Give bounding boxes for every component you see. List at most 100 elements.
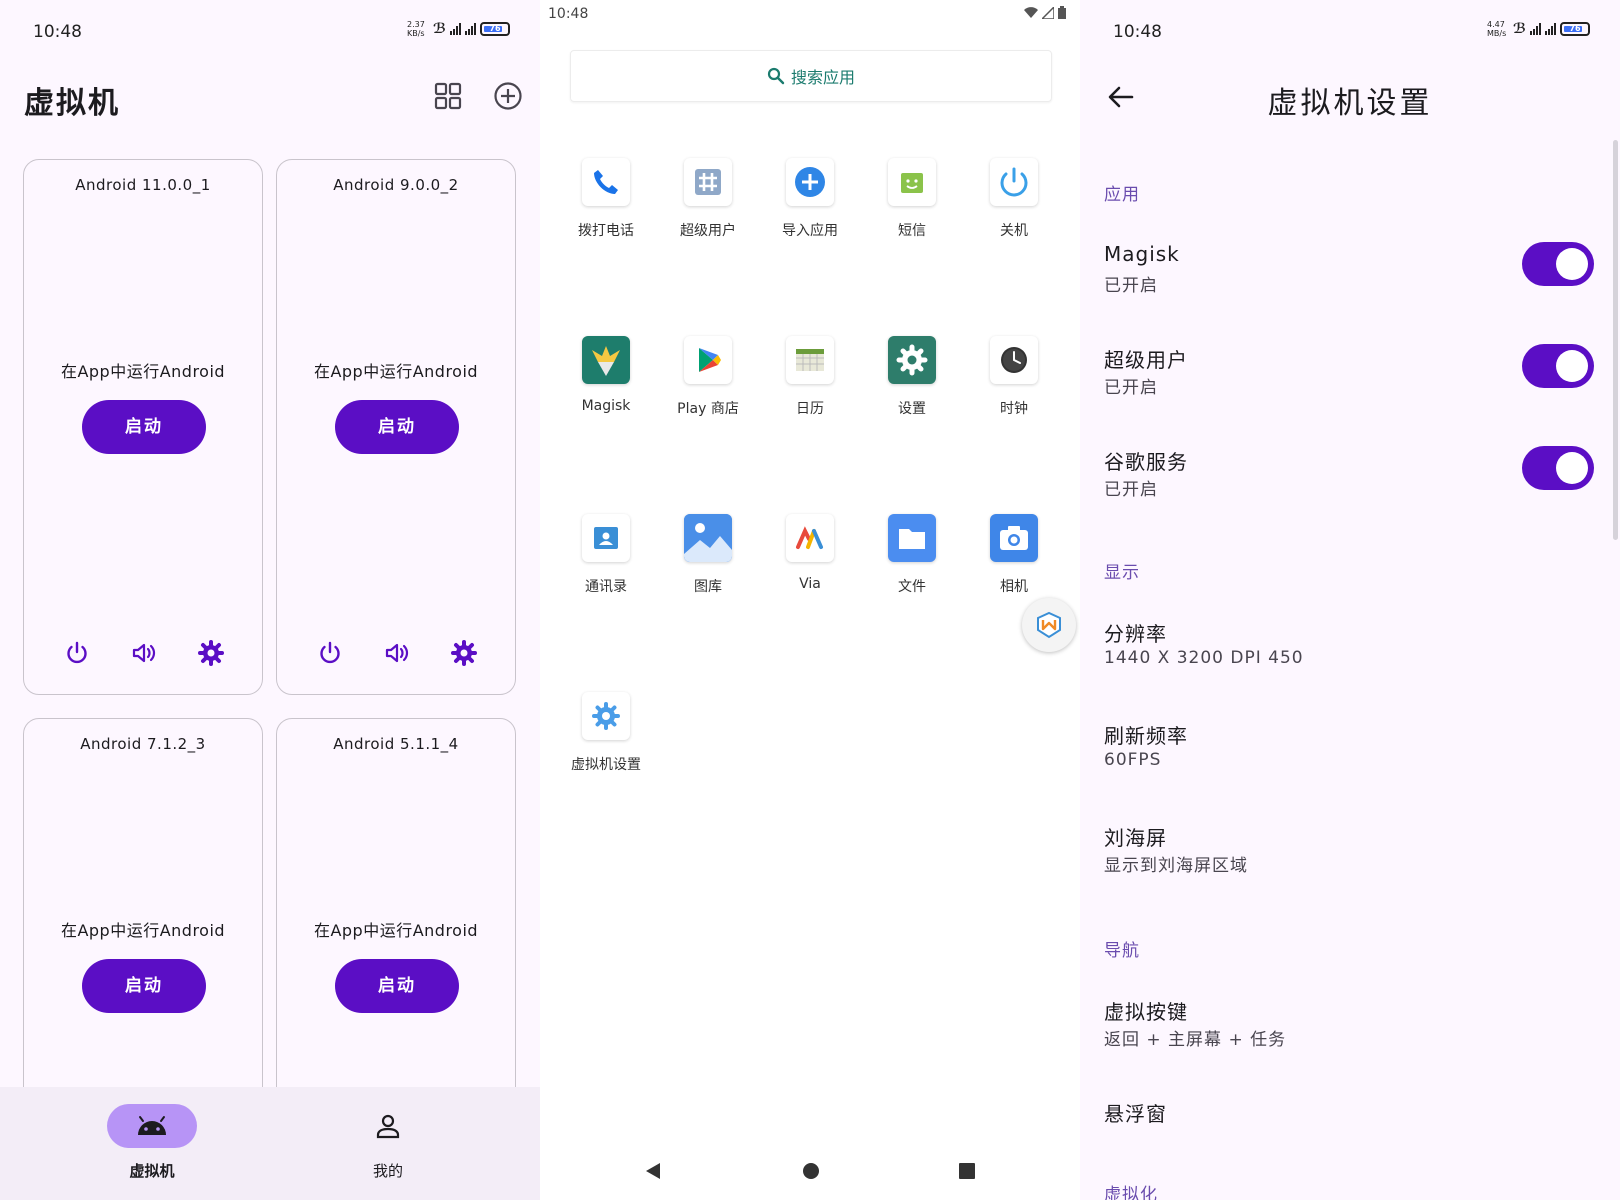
setting-magisk-title[interactable]: Magisk <box>1104 242 1180 266</box>
power-icon[interactable] <box>64 640 90 666</box>
app-gallery[interactable]: 图库 <box>658 514 758 596</box>
battery-level: 76 <box>489 24 501 33</box>
settings-gear-icon[interactable] <box>198 640 224 666</box>
setting-refresh-value: 60FPS <box>1104 750 1162 770</box>
app-sms[interactable]: 短信 <box>862 158 962 240</box>
network-speed: 2.37 KB/s <box>407 20 425 38</box>
home-icon[interactable] <box>802 1162 820 1180</box>
signal-4g-icon <box>465 23 476 35</box>
floating-ball-button[interactable] <box>1022 598 1076 652</box>
app-label: 虚拟机设置 <box>571 757 641 773</box>
magisk-toggle[interactable] <box>1522 242 1594 286</box>
signal-4g-icon <box>1545 23 1556 35</box>
start-button[interactable]: 启动 <box>335 400 459 454</box>
nav-item-mine[interactable]: 我的 <box>328 1104 448 1181</box>
app-label: 超级用户 <box>680 223 736 239</box>
app-magisk[interactable]: Magisk <box>556 336 656 414</box>
setting-gms-title[interactable]: 谷歌服务 <box>1104 446 1188 475</box>
app-power[interactable]: 关机 <box>964 158 1064 240</box>
vm-card-subtitle: 在App中运行Android <box>60 362 226 381</box>
bluetooth-icon: ℬ <box>1513 21 1526 37</box>
clock-icon <box>990 336 1038 384</box>
section-header-apps: 应用 <box>1104 185 1140 205</box>
volume-icon[interactable] <box>384 640 410 666</box>
start-button[interactable]: 启动 <box>82 400 206 454</box>
app-label: 时钟 <box>1000 401 1028 417</box>
gms-toggle[interactable] <box>1522 446 1594 490</box>
vm-card-title: Android 9.0.0_2 <box>333 176 459 194</box>
section-header-virtualization: 虚拟化 <box>1104 1185 1158 1200</box>
start-button[interactable]: 启动 <box>335 959 459 1013</box>
vm-card-title: Android 7.1.2_3 <box>80 735 206 753</box>
app-phone[interactable]: 拨打电话 <box>556 158 656 240</box>
scrollbar[interactable] <box>1613 140 1618 540</box>
vm-card-subtitle: 在App中运行Android <box>60 921 226 940</box>
setting-superuser-title[interactable]: 超级用户 <box>1104 344 1188 373</box>
start-button[interactable]: 启动 <box>82 959 206 1013</box>
add-vm-icon[interactable] <box>493 81 523 111</box>
app-files[interactable]: 文件 <box>862 514 962 596</box>
play-store-icon <box>684 336 732 384</box>
signal-5g-icon <box>1530 23 1541 35</box>
import-app-icon <box>786 158 834 206</box>
app-play-store[interactable]: Play 商店 <box>658 336 758 418</box>
nav-pill <box>343 1104 433 1148</box>
status-time: 10:48 <box>1113 22 1162 42</box>
superuser-toggle[interactable] <box>1522 344 1594 388</box>
app-label: 文件 <box>898 579 926 595</box>
recents-icon[interactable] <box>958 1162 976 1180</box>
floating-ball-icon <box>1037 611 1061 639</box>
setting-resolution-title[interactable]: 分辨率 <box>1104 618 1167 647</box>
vm-launcher-screen: 10:48 搜索应用 拨打电话 超级用户 导入应用 短信 关机 Magisk P… <box>540 0 1080 1200</box>
vm-card-subtitle: 在App中运行Android <box>313 921 479 940</box>
app-label: 相机 <box>1000 579 1028 595</box>
power-icon <box>990 158 1038 206</box>
setting-refresh-title[interactable]: 刷新频率 <box>1104 720 1188 749</box>
app-import[interactable]: 导入应用 <box>760 158 860 240</box>
vm-card[interactable]: Android 5.1.1_4 在App中运行Android 启动 <box>276 718 516 1118</box>
nav-label: 我的 <box>372 1162 403 1180</box>
settings-gear-icon[interactable] <box>451 640 477 666</box>
vm-card-title: Android 11.0.0_1 <box>75 176 211 194</box>
vm-card[interactable]: Android 9.0.0_2 在App中运行Android 启动 <box>276 159 516 695</box>
files-icon <box>888 514 936 562</box>
vm-list-screen: 10:48 2.37 KB/s ℬ 76 虚拟机 Android 11.0.0_… <box>0 0 540 1200</box>
vm-settings-screen: 10:48 4.47 MB/s ℬ 76 虚拟机设置 应用 Magisk 已开启… <box>1080 0 1620 1200</box>
bottom-navigation: 虚拟机 我的 <box>0 1087 540 1200</box>
camera-icon <box>990 514 1038 562</box>
status-icons: 4.47 MB/s ℬ 76 <box>1487 20 1590 38</box>
setting-floating-title[interactable]: 悬浮窗 <box>1104 1098 1167 1127</box>
power-icon[interactable] <box>317 640 343 666</box>
system-navigation-bar <box>540 1160 1080 1190</box>
search-apps-field[interactable]: 搜索应用 <box>570 50 1052 102</box>
calendar-icon <box>786 336 834 384</box>
app-settings[interactable]: 设置 <box>862 336 962 418</box>
app-label: 拨打电话 <box>578 223 634 239</box>
app-via[interactable]: Via <box>760 514 860 592</box>
app-calendar[interactable]: 日历 <box>760 336 860 418</box>
gallery-icon <box>684 514 732 562</box>
battery-icon: 76 <box>1560 22 1590 36</box>
status-time: 10:48 <box>548 6 589 22</box>
app-clock[interactable]: 时钟 <box>964 336 1064 418</box>
setting-vkeys-title[interactable]: 虚拟按键 <box>1104 996 1188 1025</box>
setting-vkeys-value: 返回 + 主屏幕 + 任务 <box>1104 1030 1287 1050</box>
volume-icon[interactable] <box>131 640 157 666</box>
battery-icon <box>1058 6 1066 19</box>
vm-card[interactable]: Android 11.0.0_1 在App中运行Android 启动 <box>23 159 263 695</box>
app-superuser[interactable]: 超级用户 <box>658 158 758 240</box>
vm-card-actions <box>277 640 515 670</box>
app-vm-settings[interactable]: 虚拟机设置 <box>556 692 656 774</box>
nav-label: 虚拟机 <box>129 1162 175 1180</box>
app-camera[interactable]: 相机 <box>964 514 1064 596</box>
setting-notch-title[interactable]: 刘海屏 <box>1104 822 1167 851</box>
app-contacts[interactable]: 通讯录 <box>556 514 656 596</box>
grid-view-icon[interactable] <box>434 82 462 110</box>
nav-item-vms[interactable]: 虚拟机 <box>92 1104 212 1181</box>
vm-card[interactable]: Android 7.1.2_3 在App中运行Android 启动 <box>23 718 263 1118</box>
setting-gms-subtitle: 已开启 <box>1104 480 1158 500</box>
search-icon <box>767 67 785 85</box>
battery-level: 76 <box>1569 24 1581 33</box>
back-icon[interactable] <box>644 1162 662 1180</box>
status-bar: 10:48 4.47 MB/s ℬ 76 <box>1080 18 1620 46</box>
